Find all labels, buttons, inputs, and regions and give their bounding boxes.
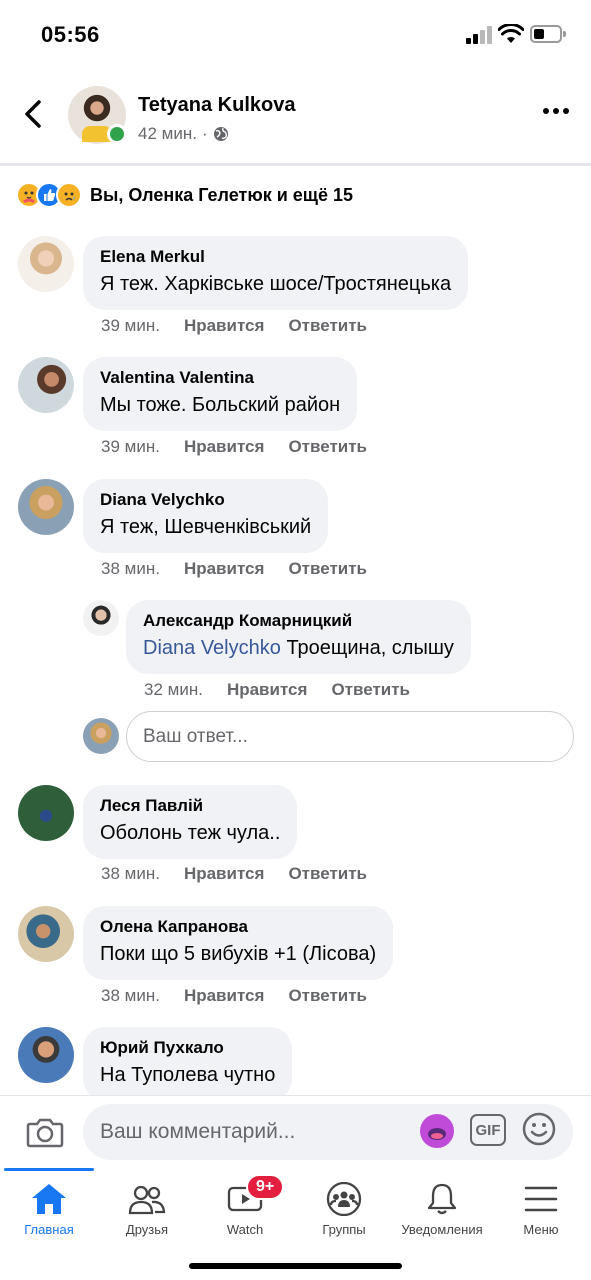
comment-text: Оболонь теж чула.. [100, 822, 281, 844]
tab-menu[interactable]: Меню [492, 1182, 590, 1252]
my-avatar [83, 718, 119, 754]
battery-icon [530, 25, 566, 43]
comment-bubble[interactable]: Александр Комарницкий Diana Velychko Тро… [126, 600, 471, 674]
status-time: 05:56 [41, 22, 100, 47]
author-name[interactable]: Tetyana Kulkova [138, 94, 295, 117]
comment-time[interactable]: 39 мин. [101, 437, 160, 457]
tab-label: Меню [523, 1222, 559, 1237]
commenter-name[interactable]: Valentina Valentina [100, 367, 340, 389]
commenter-name[interactable]: Олена Капранова [100, 916, 376, 938]
camera-icon[interactable] [26, 1116, 64, 1148]
like-button[interactable]: Нравится [184, 986, 265, 1006]
bell-icon [427, 1183, 457, 1215]
comment-text: Поки що 5 вибухів +1 (Лісова) [100, 943, 377, 965]
commenter-avatar[interactable] [18, 785, 74, 841]
watch-badge: 9+ [246, 1174, 285, 1200]
online-status-dot [107, 124, 127, 144]
comment-actions: 39 мин. Нравится Ответить [101, 437, 367, 457]
commenter-avatar[interactable] [18, 236, 74, 292]
comment-time[interactable]: 39 мин. [101, 316, 160, 336]
post-time[interactable]: 42 мин. [138, 124, 197, 144]
comment-actions: 38 мин. Нравится Ответить [101, 864, 367, 884]
reactions-summary[interactable]: Вы, Оленка Гелетюк и ещё 15 [16, 181, 353, 209]
mention-link[interactable]: Diana Velychko [143, 637, 281, 659]
reply-input[interactable]: Ваш ответ... [126, 711, 574, 762]
tab-label: Группы [322, 1222, 366, 1237]
emoji-icon[interactable] [522, 1112, 556, 1146]
tab-home[interactable]: Главная [0, 1182, 98, 1252]
reply-button[interactable]: Ответить [288, 986, 367, 1006]
tab-watch[interactable]: 9+ Watch [196, 1174, 294, 1252]
like-button[interactable]: Нравится [184, 559, 265, 579]
gif-button[interactable]: GIF [470, 1114, 506, 1146]
commenter-avatar[interactable] [18, 357, 74, 413]
comment-text: Я теж, Шевченківський [100, 516, 312, 538]
tab-friends[interactable]: Друзья [98, 1182, 196, 1252]
commenter-avatar[interactable] [18, 479, 74, 535]
avatar-sticker-icon[interactable] [420, 1114, 454, 1148]
comment-bubble[interactable]: Elena Merkul Я теж. Харківське шосе/Трос… [83, 236, 469, 310]
comment-time[interactable]: 38 мин. [101, 864, 160, 884]
tab-label: Уведомления [401, 1222, 483, 1237]
commenter-name[interactable]: Diana Velychko [100, 489, 311, 511]
globe-icon [213, 127, 228, 141]
sad-reaction-icon [56, 182, 82, 208]
more-options-button[interactable] [543, 106, 569, 116]
like-button[interactable]: Нравится [184, 437, 265, 457]
commenter-name[interactable]: Леся Павлій [100, 795, 280, 817]
home-indicator [189, 1263, 402, 1269]
comment-composer: Ваш комментарий... GIF [0, 1095, 591, 1170]
comment-bubble[interactable]: Valentina Valentina Мы тоже. Больский ра… [83, 357, 358, 431]
comment-bubble[interactable]: Юрий Пухкало На Туполева чутно [83, 1027, 293, 1101]
header-divider [0, 163, 591, 166]
home-icon [32, 1184, 66, 1214]
commenter-name[interactable]: Elena Merkul [100, 246, 451, 268]
reply-text: Троещина, слышу [286, 637, 454, 659]
reply-button[interactable]: Ответить [331, 680, 410, 700]
commenter-name[interactable]: Юрий Пухкало [100, 1037, 275, 1059]
comment-bubble[interactable]: Олена Капранова Поки що 5 вибухів +1 (Лі… [83, 906, 394, 980]
comment-text: Мы тоже. Больский район [100, 394, 341, 416]
comment-actions: 39 мин. Нравится Ответить [101, 316, 367, 336]
comment-bubble[interactable]: Леся Павлій Оболонь теж чула.. [83, 785, 298, 859]
commenter-name[interactable]: Александр Комарницкий [143, 610, 454, 632]
comment-time[interactable]: 38 мин. [101, 559, 160, 579]
groups-icon [326, 1182, 362, 1216]
tab-label: Watch [226, 1222, 264, 1237]
tab-notifications[interactable]: Уведомления [393, 1182, 491, 1252]
reactions-text: Вы, Оленка Гелетюк и ещё 15 [90, 184, 354, 205]
commenter-avatar[interactable] [83, 600, 119, 636]
post-meta: 42 мин. · [138, 124, 229, 144]
comment-time[interactable]: 32 мин. [144, 680, 203, 700]
friends-icon [128, 1185, 166, 1215]
like-button[interactable]: Нравится [184, 864, 265, 884]
comment-text: Diana Velychko Троещина, слышу [143, 633, 454, 663]
comment-actions: 38 мин. Нравится Ответить [101, 559, 367, 579]
commenter-avatar[interactable] [18, 906, 74, 962]
comment-text: На Туполева чутно [100, 1064, 276, 1086]
menu-icon [524, 1186, 558, 1212]
status-bar: 05:56 [0, 0, 591, 70]
active-tab-indicator [4, 1168, 94, 1171]
back-button[interactable] [18, 96, 50, 132]
comment-actions: 38 мин. Нравится Ответить [101, 986, 367, 1006]
reply-button[interactable]: Ответить [288, 437, 367, 457]
comment-time[interactable]: 38 мин. [101, 986, 160, 1006]
reply-button[interactable]: Ответить [288, 864, 367, 884]
reply-button[interactable]: Ответить [288, 316, 367, 336]
post-header: Tetyana Kulkova 42 мин. · [0, 80, 591, 162]
comment-text: Я теж. Харківське шосе/Тростянецька [100, 273, 452, 295]
comment-bubble[interactable]: Diana Velychko Я теж, Шевченківський [83, 479, 329, 553]
tab-label: Главная [24, 1222, 74, 1237]
tab-groups[interactable]: Группы [295, 1182, 393, 1252]
wifi-icon [498, 24, 524, 43]
like-button[interactable]: Нравится [184, 316, 265, 336]
commenter-avatar[interactable] [18, 1027, 74, 1083]
cellular-signal-icon [466, 26, 494, 44]
reply-button[interactable]: Ответить [288, 559, 367, 579]
like-button[interactable]: Нравится [227, 680, 308, 700]
comment-actions: 32 мин. Нравится Ответить [144, 680, 410, 700]
meta-separator: · [201, 124, 208, 143]
tab-label: Друзья [125, 1222, 169, 1237]
